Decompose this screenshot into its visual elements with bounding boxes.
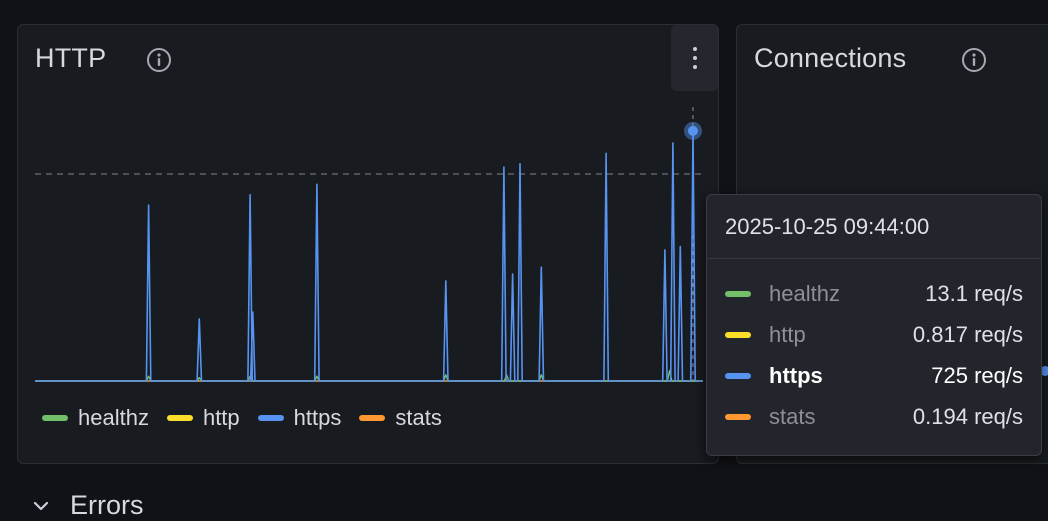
series-line-https (35, 130, 703, 382)
info-icon[interactable] (960, 46, 988, 74)
chart-tooltip: 2025-10-25 09:44:00 healthz 13.1 req/s h… (706, 194, 1042, 456)
legend-swatch (42, 415, 68, 421)
tooltip-row-https: https 725 req/s (707, 355, 1041, 396)
tooltip-swatch (725, 331, 751, 338)
errors-section-header[interactable]: Errors (30, 490, 144, 521)
legend: healthz http https stats (42, 405, 442, 431)
legend-swatch (359, 415, 386, 421)
legend-label: https (293, 405, 342, 430)
legend-label: http (202, 405, 240, 430)
legend-swatch (166, 415, 193, 421)
tooltip-swatch (725, 372, 751, 379)
tooltip-series-name: stats (769, 403, 816, 429)
tooltip-rows: healthz 13.1 req/s http 0.817 req/s http… (707, 259, 1041, 437)
tooltip-series-value: 725 req/s (931, 362, 1023, 388)
series-line-healthz (35, 369, 703, 382)
legend-label: healthz (78, 405, 149, 430)
legend-item-healthz[interactable]: healthz (42, 405, 149, 431)
http-panel: HTTP healthz http https stats (17, 24, 719, 464)
section-title: Errors (70, 490, 144, 520)
chevron-down-icon[interactable] (30, 495, 52, 517)
tooltip-row-http: http 0.817 req/s (707, 314, 1041, 355)
tooltip-series-value: 13.1 req/s (925, 280, 1023, 306)
tooltip-row-stats: stats 0.194 req/s (707, 396, 1041, 437)
panel-title: Connections (754, 43, 907, 73)
tooltip-series-name: http (769, 321, 806, 347)
legend-item-stats[interactable]: stats (359, 405, 442, 431)
tooltip-series-name: healthz (769, 280, 840, 306)
legend-item-https[interactable]: https (257, 405, 342, 431)
tooltip-time: 2025-10-25 09:44:00 (707, 195, 1041, 259)
tooltip-series-value: 0.194 req/s (912, 403, 1023, 429)
legend-label: stats (395, 405, 442, 430)
tooltip-swatch (725, 290, 751, 297)
hover-point (687, 125, 698, 136)
tooltip-series-name: https (769, 362, 823, 388)
legend-item-http[interactable]: http (166, 405, 240, 431)
tooltip-row-healthz: healthz 13.1 req/s (707, 273, 1041, 314)
tooltip-swatch (725, 413, 751, 420)
http-chart[interactable] (18, 25, 719, 464)
legend-swatch (257, 415, 284, 421)
tooltip-series-value: 0.817 req/s (912, 321, 1023, 347)
